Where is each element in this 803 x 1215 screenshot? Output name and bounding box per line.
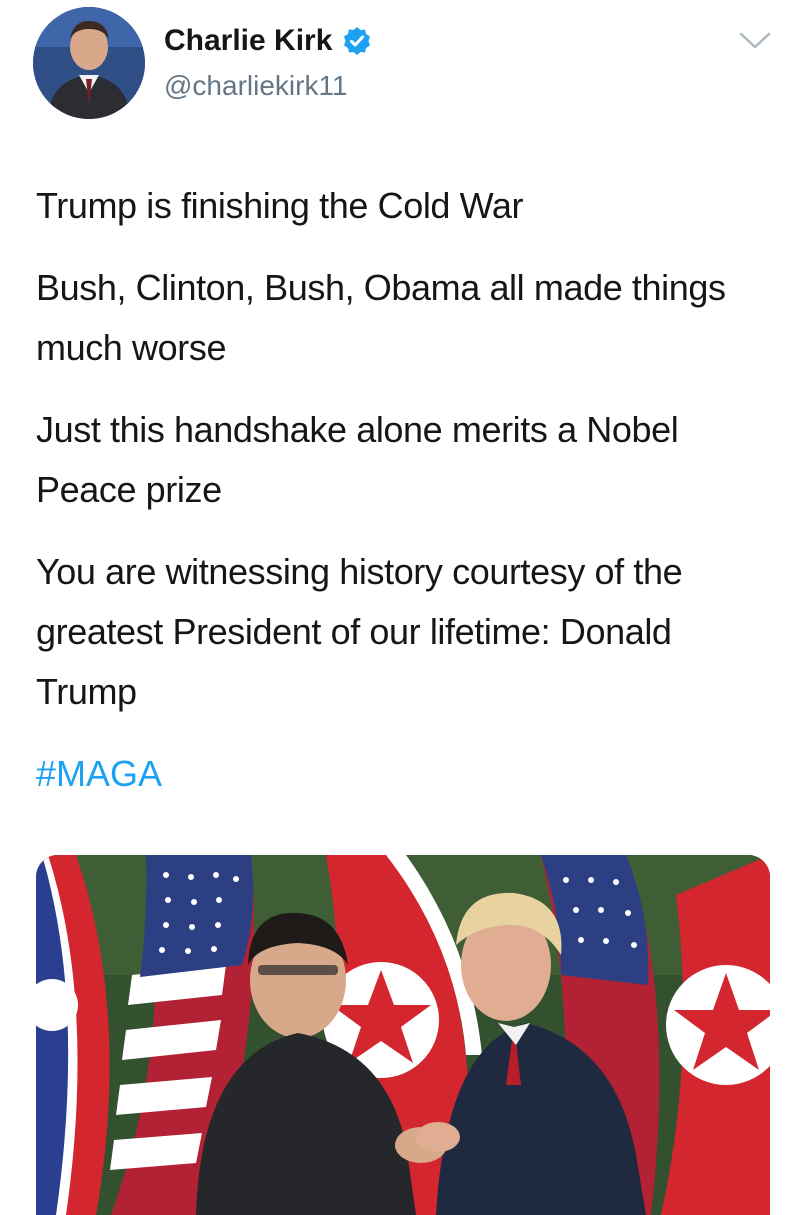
- hashtag-link[interactable]: #MAGA: [36, 744, 776, 804]
- tweet-header: Charlie Kirk @charliekirk11: [0, 0, 803, 140]
- verified-badge-icon: [344, 27, 371, 55]
- attached-photo[interactable]: [36, 855, 770, 1215]
- tweet-paragraph: Trump is finishing the Cold War: [36, 185, 524, 226]
- tweet-text: Trump is finishing the Cold War Bush, Cl…: [36, 176, 776, 804]
- tweet-paragraph: You are witnessing history courtesy of t…: [36, 551, 683, 712]
- tweet-paragraph: Just this handshake alone merits a Nobel…: [36, 409, 679, 510]
- chevron-down-icon[interactable]: [738, 30, 772, 52]
- author-handle[interactable]: @charliekirk11: [164, 70, 348, 102]
- tweet-paragraph: Bush, Clinton, Bush, Obama all made thin…: [36, 267, 726, 368]
- author-avatar[interactable]: [33, 7, 145, 119]
- author-display-name[interactable]: Charlie Kirk: [164, 24, 332, 58]
